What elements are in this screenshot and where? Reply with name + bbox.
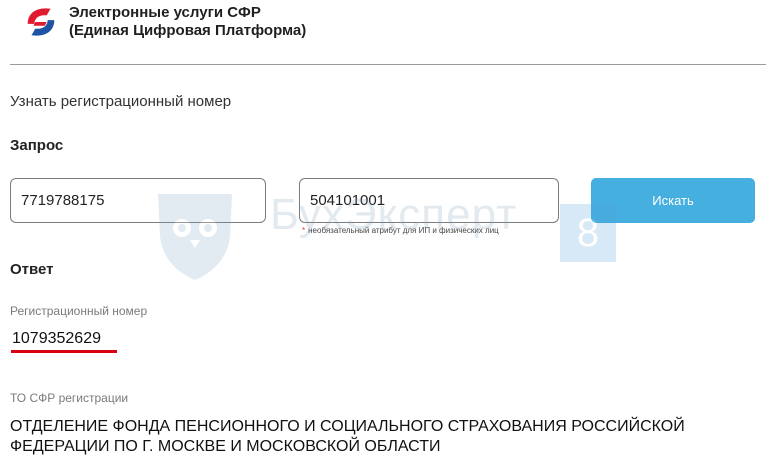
to-sfr-value: ОТДЕЛЕНИЕ ФОНДА ПЕНСИОННОГО И СОЦИАЛЬНОГ… bbox=[10, 418, 685, 455]
to-sfr-label: ТО СФР регистрации bbox=[10, 391, 129, 405]
highlight-underline bbox=[11, 350, 117, 353]
kpp-hint-text: необязательный атрибут для ИП и физическ… bbox=[308, 226, 499, 235]
required-star: * bbox=[302, 226, 306, 235]
inn-input[interactable] bbox=[10, 178, 266, 223]
sfr-logo-icon bbox=[27, 8, 55, 36]
reg-number-value: 1079352629 bbox=[12, 330, 101, 347]
search-button[interactable]: Искать bbox=[591, 178, 755, 223]
kpp-hint: * необязательный атрибут для ИП и физичес… bbox=[302, 226, 499, 235]
response-section-title: Ответ bbox=[10, 261, 54, 278]
brand-title: Электронные услуги СФР (Единая Цифровая … bbox=[69, 4, 306, 40]
brand-line-2: (Единая Цифровая Платформа) bbox=[69, 22, 307, 39]
page-title: Узнать регистрационный номер bbox=[10, 93, 232, 110]
brand-line-1: Электронные услуги СФР bbox=[69, 4, 261, 21]
header-divider bbox=[10, 64, 766, 65]
header: Электронные услуги СФР (Единая Цифровая … bbox=[0, 0, 768, 62]
reg-number-label: Регистрационный номер bbox=[10, 304, 148, 318]
request-section-title: Запрос bbox=[10, 137, 64, 154]
kpp-input[interactable] bbox=[299, 178, 559, 223]
